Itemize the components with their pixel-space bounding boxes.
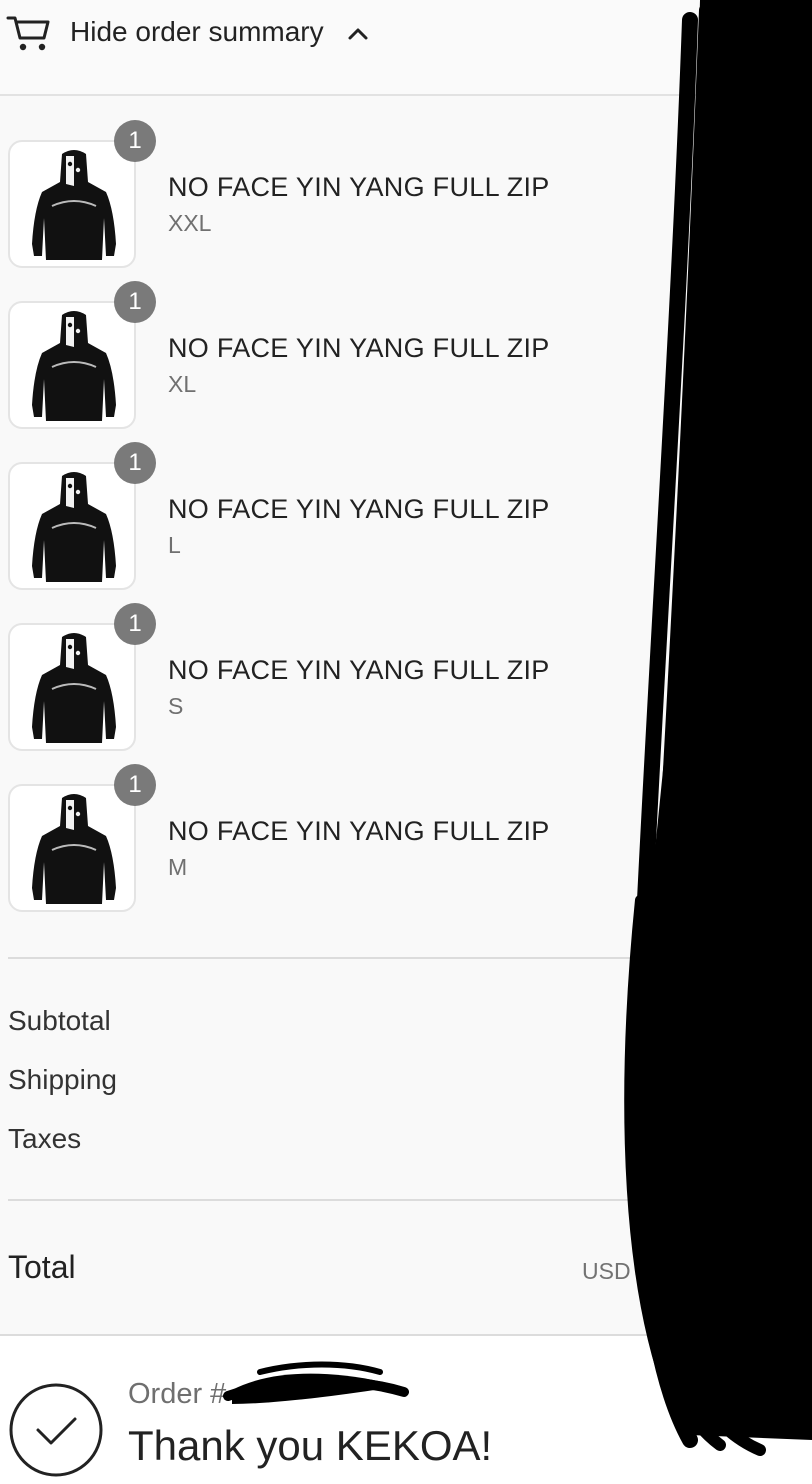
toggle-label[interactable]: Hide order summary	[70, 16, 324, 48]
product-name: NO FACE YIN YANG FULL ZIP	[168, 816, 550, 846]
total-currency: USD	[582, 1258, 631, 1284]
cart-icon	[6, 16, 50, 51]
line-item: 1 NO FACE YIN YANG FULL ZIP XXL	[0, 120, 812, 278]
product-thumbnail	[8, 784, 136, 912]
product-variant: S	[168, 693, 184, 719]
costs-divider	[8, 1199, 812, 1201]
line-item: 1 NO FACE YIN YANG FULL ZIP XL	[0, 281, 812, 439]
product-thumbnail	[8, 623, 136, 751]
quantity-badge: 1	[114, 603, 156, 645]
product-thumbnail	[8, 140, 136, 268]
chevron-up-icon	[348, 28, 368, 40]
product-name: NO FACE YIN YANG FULL ZIP	[168, 333, 550, 363]
product-name: NO FACE YIN YANG FULL ZIP	[168, 172, 550, 202]
order-number: Order #	[128, 1378, 227, 1410]
product-variant: XL	[168, 371, 197, 397]
line-item: 1 NO FACE YIN YANG FULL ZIP L	[0, 442, 812, 600]
product-name: NO FACE YIN YANG FULL ZIP	[168, 494, 550, 524]
quantity-badge: 1	[114, 281, 156, 323]
order-summary-toggle[interactable]: Hide order summary	[0, 0, 812, 96]
items-divider	[8, 957, 812, 959]
quantity-badge: 1	[114, 120, 156, 162]
total-label: Total	[8, 1249, 76, 1285]
product-thumbnail	[8, 462, 136, 590]
product-name: NO FACE YIN YANG FULL ZIP	[168, 655, 550, 685]
quantity-badge: 1	[114, 764, 156, 806]
product-variant: L	[168, 532, 181, 558]
product-variant: M	[168, 854, 188, 880]
product-thumbnail	[8, 301, 136, 429]
product-variant: XXL	[168, 210, 212, 236]
thank-you-heading: Thank you KEKOA!	[128, 1422, 493, 1469]
taxes-label: Taxes	[8, 1123, 82, 1154]
quantity-badge: 1	[114, 442, 156, 484]
checkmark-icon	[9, 1383, 103, 1477]
shipping-label: Shipping	[8, 1064, 117, 1095]
line-item: 1 NO FACE YIN YANG FULL ZIP S	[0, 603, 812, 761]
line-item: 1 NO FACE YIN YANG FULL ZIP M	[0, 764, 812, 922]
subtotal-label: Subtotal	[8, 1005, 111, 1036]
